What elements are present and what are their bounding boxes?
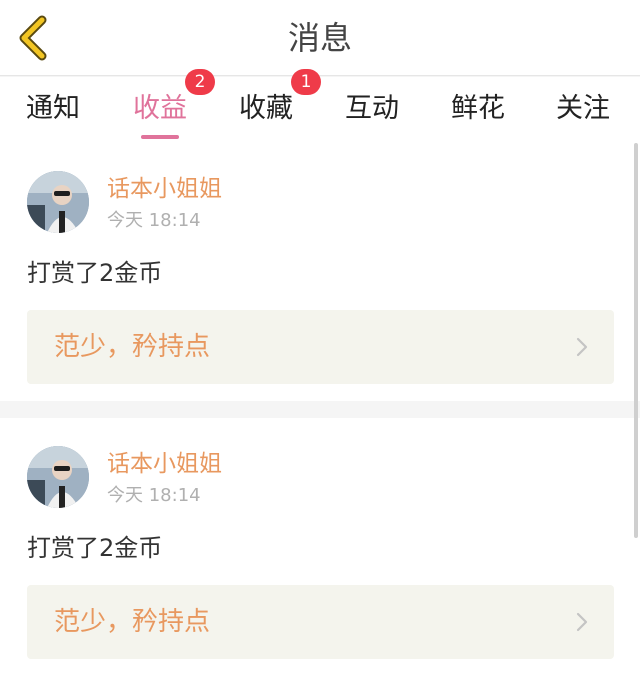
tab-label: 互动: [345, 93, 399, 124]
avatar[interactable]: [27, 171, 89, 233]
chevron-right-icon: [576, 337, 588, 357]
action-text: 打赏了2金币: [27, 534, 163, 562]
username[interactable]: 话本小姐姐: [107, 449, 222, 479]
tab-following[interactable]: 关注: [556, 91, 610, 131]
avatar-image: [27, 171, 89, 233]
scrollbar[interactable]: [634, 143, 638, 538]
notification-card: 话本小姐姐 今天 18:14 打赏了2金币 范少，矜持点: [0, 143, 640, 401]
message-text: 范少，矜持点: [54, 332, 211, 362]
tab-label: 关注: [556, 93, 610, 124]
page-title: 消息: [287, 19, 352, 57]
timestamp: 今天 18:14: [107, 485, 201, 506]
top-bar: 消息: [0, 0, 640, 76]
tab-interactions[interactable]: 互动: [345, 91, 399, 131]
tab-earnings[interactable]: 收益 2: [133, 69, 215, 139]
tab-bar: 通知 收益 2 收藏 1 互动 鲜花 关注: [0, 69, 640, 143]
notification-feed[interactable]: 话本小姐姐 今天 18:14 打赏了2金币 范少，矜持点 话本小姐姐 今天 18…: [0, 143, 640, 683]
chevron-right-icon: [576, 612, 588, 632]
action-text: 打赏了2金币: [27, 259, 163, 287]
tab-label: 收益: [133, 93, 187, 124]
message-text: 范少，矜持点: [54, 607, 211, 637]
tab-label: 通知: [26, 93, 80, 124]
tab-favorites[interactable]: 收藏 1: [239, 69, 321, 131]
message-box[interactable]: 范少，矜持点: [27, 585, 614, 659]
active-tab-indicator: [141, 135, 179, 139]
avatar-image: [27, 446, 89, 508]
notification-card: 话本小姐姐 今天 18:14 打赏了2金币 范少，矜持点: [0, 418, 640, 683]
tab-flowers[interactable]: 鲜花: [451, 91, 505, 131]
username[interactable]: 话本小姐姐: [107, 174, 222, 204]
unread-badge: 1: [291, 69, 321, 95]
unread-badge: 2: [185, 69, 215, 95]
tab-label: 收藏: [239, 93, 293, 124]
timestamp: 今天 18:14: [107, 210, 201, 231]
tab-notifications[interactable]: 通知: [26, 91, 80, 131]
message-box[interactable]: 范少，矜持点: [27, 310, 614, 384]
avatar[interactable]: [27, 446, 89, 508]
tab-label: 鲜花: [451, 93, 505, 124]
